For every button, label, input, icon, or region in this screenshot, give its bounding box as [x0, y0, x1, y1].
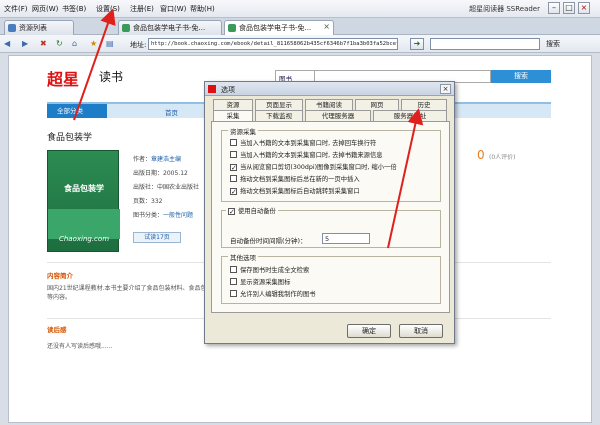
- auto-backup-option[interactable]: ✓ 使用自动备份: [226, 206, 278, 216]
- go-icon[interactable]: ➜: [410, 38, 424, 50]
- checkbox[interactable]: [230, 290, 237, 297]
- tab-bar: 资源列表 食品包装学电子书-免... 食品包装学电子书-免... ×: [0, 18, 600, 35]
- meta-category: 图书分类：一般性问题: [133, 212, 194, 219]
- preview-button[interactable]: 试读17页: [133, 232, 181, 243]
- menu-file[interactable]: 文件(F): [4, 4, 28, 14]
- tab-proxy-server[interactable]: 代理服务器: [305, 110, 371, 121]
- tab-history[interactable]: 历史: [401, 99, 447, 110]
- interval-label: 自动备份时间间隔(分钟)：: [230, 237, 307, 245]
- tab-resource-list[interactable]: 资源列表: [4, 20, 74, 35]
- page-icon: [228, 24, 236, 32]
- menu-bar: 文件(F) 网页(W) 书签(B) 设置(S) 注册(E) 窗口(W) 帮助(H…: [0, 0, 600, 18]
- checkbox-checked[interactable]: ✓: [230, 188, 237, 196]
- intro-heading: 内容简介: [47, 272, 73, 280]
- option-strip-source-info[interactable]: 当加入书籍的文本到采集窗口时, 去掉书籍来源信息: [230, 150, 383, 159]
- meta-pages: 页数：332: [133, 198, 163, 205]
- print-icon[interactable]: ▤: [106, 39, 114, 48]
- stop-icon[interactable]: ✖: [40, 39, 47, 48]
- toolbar-search-button[interactable]: 搜索: [546, 39, 560, 49]
- auto-backup-group: ✓ 使用自动备份 自动备份时间间隔(分钟)： 5: [221, 206, 441, 248]
- interval-input[interactable]: 5: [322, 233, 370, 244]
- tab-label: 食品包装学电子书-免...: [239, 24, 312, 32]
- refresh-icon[interactable]: ↻: [56, 39, 63, 48]
- list-icon: [8, 24, 16, 32]
- menu-settings[interactable]: 设置(S): [96, 4, 120, 14]
- cover-brand: Chaoxing.com: [58, 235, 110, 243]
- checkbox[interactable]: [230, 175, 237, 182]
- checkbox[interactable]: [230, 139, 237, 146]
- minimize-icon[interactable]: –: [548, 2, 560, 14]
- cover-title: 食品包装学: [64, 184, 104, 193]
- menu-window[interactable]: 窗口(W): [160, 4, 186, 14]
- options-dialog: 选项 × 资源 页面显示 书籍阅读 网页 历史 采集 下载监视 代理服务器 服务…: [204, 81, 455, 344]
- tab-server-address[interactable]: 服务器地址: [373, 110, 447, 121]
- close-icon[interactable]: ×: [578, 2, 590, 14]
- book-cover[interactable]: 食品包装学 Chaoxing.com: [47, 150, 120, 252]
- ok-button[interactable]: 确定: [347, 324, 391, 338]
- option-strip-newlines[interactable]: 当加入书籍的文本到采集窗口时, 去掉回车换行符: [230, 138, 376, 147]
- app-icon: [208, 85, 216, 93]
- address-label: 地址:: [130, 41, 147, 49]
- navigation-bar: ◀ ▶ ✖ ↻ ⌂ ★ ▤ 地址: http://book.chaoxing.c…: [0, 35, 600, 53]
- dialog-title: 选项: [221, 86, 235, 94]
- home-icon[interactable]: ⌂: [72, 39, 77, 48]
- tab-download-monitor[interactable]: 下载监视: [255, 110, 303, 121]
- dialog-titlebar[interactable]: 选项 ×: [205, 82, 454, 96]
- back-icon[interactable]: ◀: [4, 39, 10, 48]
- option-fulltext-index[interactable]: 保存图书时生成全文检索: [230, 265, 309, 274]
- option-show-capture-icon[interactable]: 显示资源采集图标: [230, 277, 290, 286]
- menu-register[interactable]: 注册(E): [130, 4, 154, 14]
- tab-webpage[interactable]: 网页: [355, 99, 399, 110]
- maximize-icon[interactable]: □: [563, 2, 575, 14]
- rating-count: (0人评价): [489, 154, 516, 161]
- tab-book-reading[interactable]: 书籍阅读: [305, 99, 353, 110]
- checkbox[interactable]: [230, 266, 237, 273]
- tab-book-2[interactable]: 食品包装学电子书-免... ×: [224, 20, 334, 35]
- cancel-button[interactable]: 取消: [399, 324, 443, 338]
- menu-bookmarks[interactable]: 书签(B): [62, 4, 86, 14]
- meta-author: 作者：章建浩主编: [133, 156, 182, 163]
- tab-label: 食品包装学电子书-免...: [133, 24, 206, 32]
- menu-help[interactable]: 帮助(H): [190, 4, 215, 14]
- tab-page-display[interactable]: 页面显示: [255, 99, 303, 110]
- resource-capture-group: 资源采集 当加入书籍的文本到采集窗口时, 去掉回车换行符 当加入书籍的文本到采集…: [221, 126, 441, 202]
- option-jump-to-capture[interactable]: ✓ 拖动文档到采集图标后自动跳转到采集窗口: [230, 186, 360, 196]
- option-insert-new-page[interactable]: 拖动文档到采集图标后总在新的一页中插入: [230, 174, 360, 183]
- page-icon: [122, 24, 130, 32]
- app-title: 超星阅读器 SSReader: [469, 5, 540, 13]
- dialog-close-icon[interactable]: ×: [440, 84, 451, 94]
- reviews-heading: 读后感: [47, 326, 67, 334]
- checkbox[interactable]: [230, 278, 237, 285]
- meta-publisher: 出版社：中国农业出版社: [133, 184, 200, 191]
- book-title: 食品包装学: [47, 133, 93, 143]
- checkbox-checked[interactable]: ✓: [228, 208, 235, 216]
- menu-web[interactable]: 网页(W): [32, 4, 58, 14]
- bookmark-icon[interactable]: ★: [90, 39, 97, 48]
- option-halve-image[interactable]: ✓ 当从阅览窗口剪切(300dpi)图像到采集窗口时, 缩小一倍: [230, 162, 397, 172]
- meta-date: 出版日期：2005.12: [133, 170, 188, 177]
- forward-icon[interactable]: ▶: [22, 39, 28, 48]
- address-input[interactable]: http://book.chaoxing.com/ebook/detail_81…: [148, 38, 398, 50]
- site-logo[interactable]: 超星: [47, 66, 79, 90]
- tab-label: 资源列表: [19, 24, 47, 32]
- nav-link-home[interactable]: 首页: [165, 107, 178, 117]
- rating-score: 0: [477, 148, 485, 162]
- capture-panel: 资源采集 当加入书籍的文本到采集窗口时, 去掉回车换行符 当加入书籍的文本到采集…: [211, 121, 450, 313]
- group-title: 其他选项: [228, 252, 258, 262]
- close-tab-icon[interactable]: ×: [323, 22, 330, 31]
- tab-resources[interactable]: 资源: [213, 99, 253, 110]
- checkbox[interactable]: [230, 151, 237, 158]
- checkbox-checked[interactable]: ✓: [230, 164, 237, 172]
- option-allow-editing[interactable]: 允许别人编辑我制作的图书: [230, 289, 316, 298]
- other-options-group: 其他选项 保存图书时生成全文检索 显示资源采集图标 允许别人编辑我制作的图书: [221, 252, 441, 304]
- site-search-button[interactable]: 搜索: [491, 70, 551, 83]
- tab-book-1[interactable]: 食品包装学电子书-免...: [118, 20, 222, 35]
- all-categories-button[interactable]: 全部分类: [47, 104, 107, 118]
- toolbar-search-input[interactable]: [430, 38, 540, 50]
- group-title: 资源采集: [228, 126, 258, 136]
- site-logo-suffix: 读书: [99, 70, 124, 84]
